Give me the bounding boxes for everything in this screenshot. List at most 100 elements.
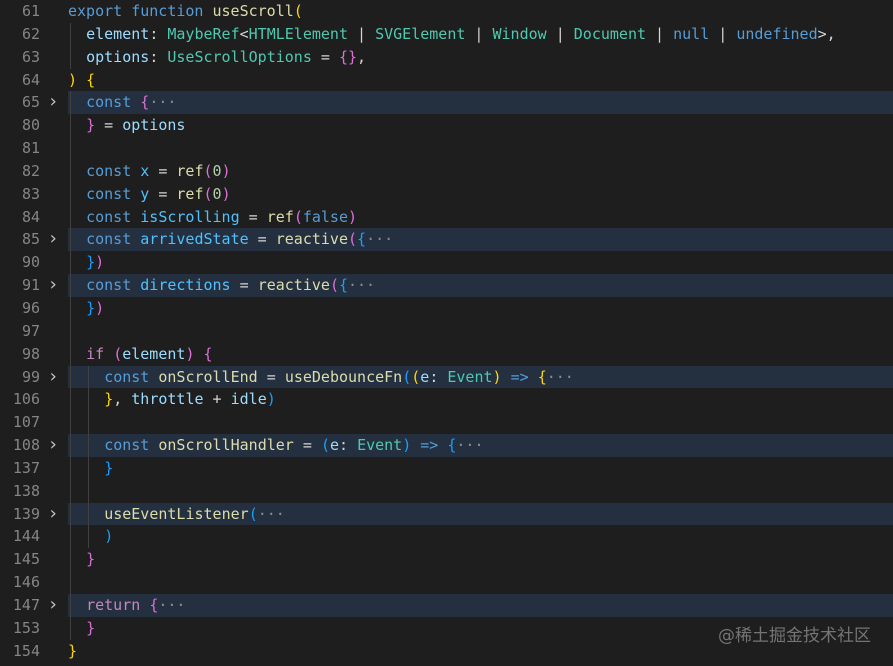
code-token: const xyxy=(86,207,141,226)
code-token: : xyxy=(149,24,168,43)
code-token: ( xyxy=(402,367,412,386)
folded-ellipsis[interactable]: ··· xyxy=(348,276,375,294)
code-line[interactable]: 80} = options xyxy=(0,114,893,138)
code-content: }, throttle + idle) xyxy=(68,388,893,412)
folded-ellipsis[interactable]: ··· xyxy=(456,436,483,454)
code-line[interactable]: 84 const isScrolling = ref(false) xyxy=(0,205,893,229)
indent-guide xyxy=(88,479,90,503)
code-token: return xyxy=(86,595,150,614)
code-line[interactable]: 83 const y = ref(0) xyxy=(0,182,893,206)
line-number: 64 xyxy=(21,70,40,89)
code-line[interactable]: 85 › const arrivedState = reactive({··· xyxy=(0,228,893,252)
code-line[interactable]: 62 element: MaybeRef<HTMLElement | SVGEle… xyxy=(0,22,893,46)
line-number: 85 xyxy=(21,230,40,249)
folded-ellipsis[interactable]: ··· xyxy=(149,93,176,111)
indent-guide xyxy=(70,319,71,343)
folded-ellipsis[interactable]: ··· xyxy=(158,596,185,614)
folded-ellipsis[interactable]: ··· xyxy=(366,230,393,248)
code-content: }) xyxy=(68,251,893,275)
code-token: ) xyxy=(104,527,114,546)
code-content: }) xyxy=(68,296,893,320)
code-token: = xyxy=(149,161,177,180)
code-line[interactable]: 63 options: UseScrollOptions = {}, xyxy=(0,45,893,69)
code-lines: 61 export function useScroll(62 element: M… xyxy=(0,0,893,662)
code-line[interactable]: 61 export function useScroll( xyxy=(0,0,893,23)
line-number: 99 xyxy=(21,367,40,386)
folded-ellipsis[interactable]: ··· xyxy=(547,368,574,386)
chevron-right-icon[interactable]: › xyxy=(47,228,59,251)
line-number: 80 xyxy=(21,116,40,135)
indent-guide xyxy=(70,593,71,617)
code-token: arrivedState xyxy=(140,230,249,249)
code-token: ref xyxy=(176,161,204,180)
line-number: 138 xyxy=(12,481,40,500)
code-token: , xyxy=(357,47,367,66)
line-number: 65 xyxy=(21,93,40,112)
code-line[interactable]: 99 › const onScrollEnd = useDebounceFn((e:… xyxy=(0,365,893,389)
code-line[interactable]: 64) { xyxy=(0,69,893,92)
line-number: 91 xyxy=(21,276,40,295)
folded-ellipsis[interactable]: ··· xyxy=(258,505,285,523)
line-number: 61 xyxy=(21,2,40,20)
chevron-right-icon[interactable]: › xyxy=(47,91,59,114)
indent-guide xyxy=(70,159,71,183)
line-number: 63 xyxy=(21,47,40,66)
code-token: reactive xyxy=(275,230,348,249)
code-token: ( xyxy=(293,207,303,226)
code-line[interactable]: 145} xyxy=(0,548,893,572)
code-line[interactable]: 90}) xyxy=(0,251,893,275)
indent-guide xyxy=(70,274,71,297)
code-line[interactable]: 98 if (element) { xyxy=(0,342,893,366)
code-token: MaybeRef xyxy=(167,24,240,43)
code-line[interactable]: 91 › const directions = reactive({··· xyxy=(0,274,893,297)
code-token: idle xyxy=(230,390,267,409)
code-token: | xyxy=(709,24,737,43)
code-token: ) xyxy=(68,70,78,89)
code-token: onScrollHandler xyxy=(158,436,294,455)
line-number: 107 xyxy=(12,413,40,432)
code-token: : xyxy=(149,47,168,66)
code-line[interactable]: 144) xyxy=(0,525,893,549)
code-editor[interactable]: 61 export function useScroll(62 element: M… xyxy=(0,0,893,666)
code-token: ref xyxy=(176,184,204,203)
code-line[interactable]: 82 const x = ref(0) xyxy=(0,159,893,183)
code-token: if xyxy=(86,344,114,363)
chevron-right-icon[interactable]: › xyxy=(47,366,59,389)
code-line[interactable]: 138 xyxy=(0,479,893,503)
line-number: 139 xyxy=(12,504,40,523)
code-line[interactable]: 107 xyxy=(0,411,893,435)
indent-guide xyxy=(70,616,71,640)
code-token: { xyxy=(537,367,547,386)
code-token: ) xyxy=(348,207,358,226)
chevron-right-icon[interactable]: › xyxy=(47,274,59,297)
code-token: { xyxy=(149,595,159,614)
code-token: ) xyxy=(402,436,412,455)
code-line[interactable]: 108 › const onScrollHandler = (e: Event) =… xyxy=(0,434,893,457)
code-token: ( xyxy=(203,161,213,180)
indent-guide xyxy=(88,456,90,480)
code-line[interactable]: 81 xyxy=(0,137,893,160)
code-token: const xyxy=(86,276,141,295)
code-line[interactable]: 137} xyxy=(0,456,893,480)
chevron-right-icon[interactable]: › xyxy=(47,503,59,526)
line-number: 154 xyxy=(12,641,40,660)
code-line[interactable]: 139 › useEventListener(··· xyxy=(0,502,893,526)
code-token: | xyxy=(546,24,574,43)
code-line[interactable]: 147 › return {··· xyxy=(0,593,893,617)
indent-guide xyxy=(70,365,71,389)
code-line[interactable]: 146 xyxy=(0,571,893,594)
code-line[interactable]: 65 › const {··· xyxy=(0,91,893,115)
chevron-right-icon[interactable]: › xyxy=(47,434,59,457)
code-content: const arrivedState = reactive({··· xyxy=(68,228,893,252)
indent-guide xyxy=(70,571,71,594)
code-content: const onScrollEnd = useDebounceFn((e: Ev… xyxy=(68,365,893,389)
code-token: ( xyxy=(329,276,339,295)
chevron-right-icon[interactable]: › xyxy=(47,594,59,617)
code-line[interactable]: 106}, throttle + idle) xyxy=(0,388,893,412)
indent-guide xyxy=(70,205,71,229)
code-line[interactable]: 97 xyxy=(0,319,893,343)
code-line[interactable]: 96}) xyxy=(0,296,893,320)
